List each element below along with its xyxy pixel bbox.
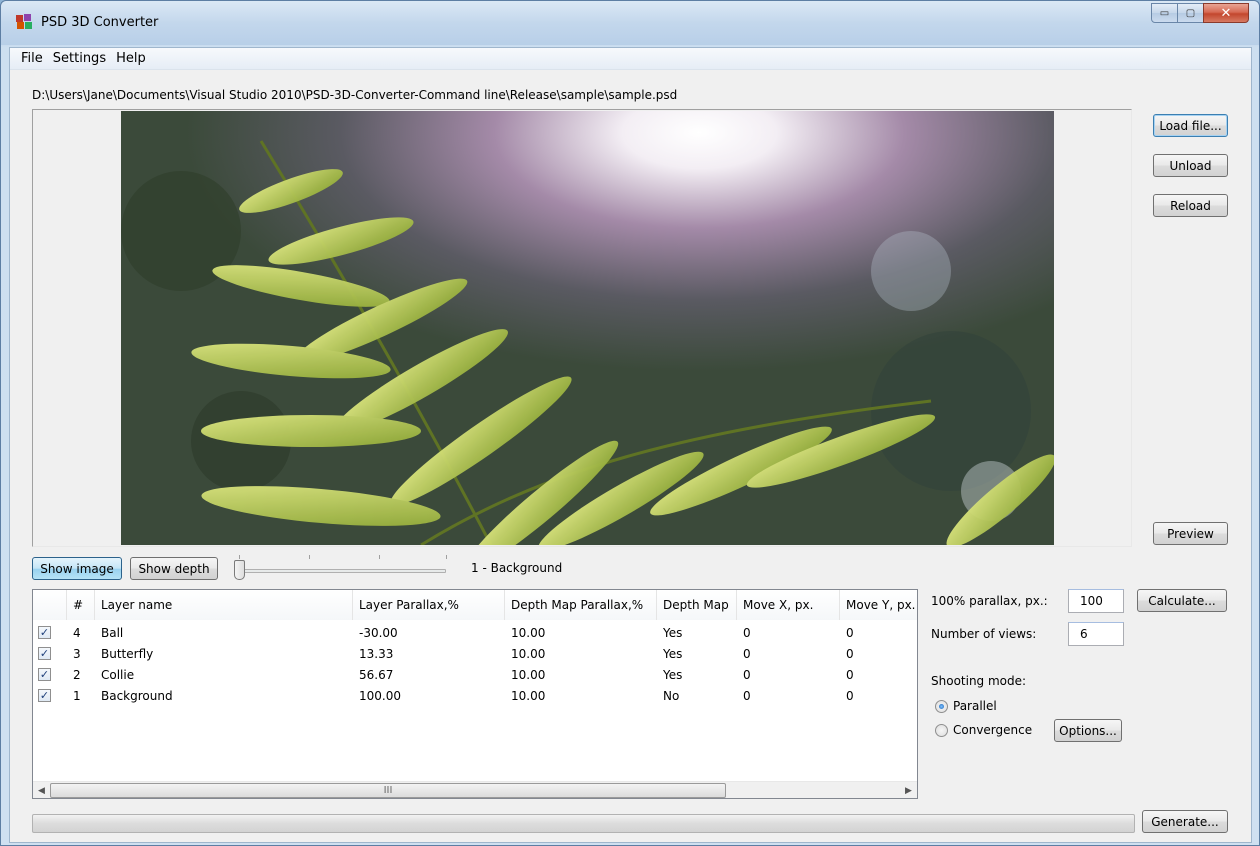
layer-number: 2 [73, 667, 81, 682]
column-header-depth-map[interactable]: Depth Map [657, 590, 737, 620]
table-body: ✓ 4 Ball -30.00 10.00 Yes 0 0 ✓ 3 Butter… [33, 622, 917, 706]
reload-button[interactable]: Reload [1153, 194, 1228, 217]
scroll-right-arrow-icon[interactable]: ▶ [900, 782, 917, 798]
move-x: 0 [743, 667, 751, 682]
layer-name: Collie [101, 667, 135, 682]
column-header-layer-name[interactable]: Layer name [95, 590, 353, 620]
close-button[interactable]: ✕ [1203, 3, 1249, 23]
slider-thumb[interactable] [234, 560, 245, 580]
move-y: 0 [846, 646, 854, 661]
preview-button[interactable]: Preview [1153, 522, 1228, 545]
menu-file[interactable]: File [16, 51, 48, 66]
depth-map: No [663, 688, 680, 703]
table-header: # Layer name Layer Parallax,% Depth Map … [33, 590, 917, 620]
depth-map-parallax: 10.00 [511, 667, 546, 682]
layer-parallax: -30.00 [359, 625, 398, 640]
move-x: 0 [743, 646, 751, 661]
preview-image [121, 111, 1054, 545]
convergence-radio[interactable] [935, 723, 948, 737]
layer-name: Ball [101, 625, 124, 640]
table-row[interactable]: ✓ 1 Background 100.00 10.00 No 0 0 [33, 685, 917, 706]
column-header-number[interactable]: # [67, 590, 95, 620]
maximize-button[interactable]: ▢ [1177, 3, 1204, 23]
move-x: 0 [743, 688, 751, 703]
load-file-button[interactable]: Load file... [1153, 114, 1228, 137]
layer-parallax: 13.33 [359, 646, 394, 661]
views-label: Number of views: [931, 627, 1037, 641]
layer-visible-checkbox[interactable]: ✓ [38, 668, 51, 681]
column-header-check[interactable] [33, 590, 67, 620]
layer-visible-checkbox[interactable]: ✓ [38, 647, 51, 660]
horizontal-scrollbar[interactable]: ◀ III ▶ [33, 781, 917, 798]
shooting-mode-label: Shooting mode: [931, 674, 1027, 688]
menu-bar: File Settings Help [10, 48, 1251, 70]
move-y: 0 [846, 688, 854, 703]
table-row[interactable]: ✓ 3 Butterfly 13.33 10.00 Yes 0 0 [33, 643, 917, 664]
menu-help[interactable]: Help [111, 51, 151, 66]
depth-map: Yes [663, 646, 683, 661]
layer-visible-checkbox[interactable]: ✓ [38, 626, 51, 639]
layer-number: 3 [73, 646, 81, 661]
table-row[interactable]: ✓ 4 Ball -30.00 10.00 Yes 0 0 [33, 622, 917, 643]
table-row[interactable]: ✓ 2 Collie 56.67 10.00 Yes 0 0 [33, 664, 917, 685]
parallel-radio-row[interactable]: Parallel [935, 699, 997, 713]
app-icon [16, 14, 32, 29]
scrollbar-thumb[interactable]: III [50, 783, 726, 798]
views-input[interactable]: 6 [1068, 622, 1124, 646]
client-area: File Settings Help D:\Users\Jane\Documen… [9, 47, 1252, 843]
layer-visible-checkbox[interactable]: ✓ [38, 689, 51, 702]
column-header-layer-parallax[interactable]: Layer Parallax,% [353, 590, 505, 620]
layer-number: 4 [73, 625, 81, 640]
parallel-radio[interactable] [935, 699, 948, 713]
depth-map-parallax: 10.00 [511, 625, 546, 640]
layer-parallax: 56.67 [359, 667, 394, 682]
convergence-radio-row[interactable]: Convergence [935, 723, 1032, 737]
image-viewer[interactable] [32, 109, 1132, 547]
slider-track [234, 569, 446, 573]
scroll-left-arrow-icon[interactable]: ◀ [33, 782, 50, 798]
depth-map-parallax: 10.00 [511, 688, 546, 703]
column-header-move-y[interactable]: Move Y, px. [840, 590, 917, 620]
layer-parallax: 100.00 [359, 688, 401, 703]
layer-slider[interactable] [232, 552, 452, 580]
show-image-button[interactable]: Show image [32, 557, 122, 580]
slider-tick [239, 555, 240, 559]
depth-map: Yes [663, 625, 683, 640]
generate-button[interactable]: Generate... [1142, 810, 1228, 833]
layers-table: # Layer name Layer Parallax,% Depth Map … [32, 589, 918, 799]
parallax-input[interactable]: 100 [1068, 589, 1124, 613]
depth-map-parallax: 10.00 [511, 646, 546, 661]
current-layer-label: 1 - Background [471, 561, 563, 575]
minimize-button[interactable]: ▭ [1151, 3, 1178, 23]
title-bar[interactable]: PSD 3D Converter ▭ ▢ ✕ [1, 1, 1259, 45]
depth-map: Yes [663, 667, 683, 682]
move-y: 0 [846, 667, 854, 682]
slider-tick [309, 555, 310, 559]
move-x: 0 [743, 625, 751, 640]
move-y: 0 [846, 625, 854, 640]
layer-name: Background [101, 688, 173, 703]
column-header-move-x[interactable]: Move X, px. [737, 590, 840, 620]
options-button[interactable]: Options... [1054, 719, 1122, 742]
file-path-label: D:\Users\Jane\Documents\Visual Studio 20… [32, 88, 678, 102]
column-header-depth-parallax[interactable]: Depth Map Parallax,% [505, 590, 657, 620]
show-depth-button[interactable]: Show depth [130, 557, 218, 580]
unload-button[interactable]: Unload [1153, 154, 1228, 177]
menu-settings[interactable]: Settings [48, 51, 111, 66]
layer-name: Butterfly [101, 646, 154, 661]
parallax-label: 100% parallax, px.: [931, 594, 1048, 608]
app-window: PSD 3D Converter ▭ ▢ ✕ File Settings Hel… [0, 0, 1260, 846]
parallel-label: Parallel [953, 699, 997, 713]
window-title: PSD 3D Converter [41, 15, 159, 30]
progress-bar [32, 814, 1135, 833]
layer-number: 1 [73, 688, 81, 703]
convergence-label: Convergence [953, 723, 1033, 737]
slider-tick [446, 555, 447, 559]
slider-tick [379, 555, 380, 559]
calculate-button[interactable]: Calculate... [1137, 589, 1227, 612]
